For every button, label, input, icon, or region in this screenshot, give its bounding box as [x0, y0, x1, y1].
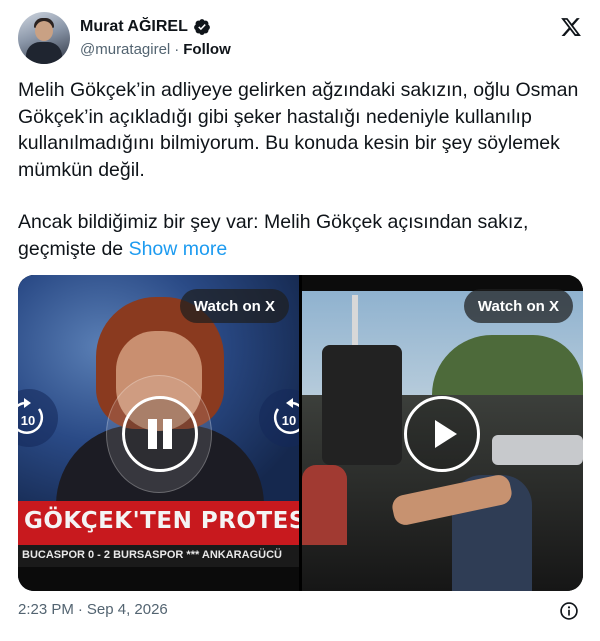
tweet-header: Murat AĞIREL @muratagirel · Follow	[18, 12, 584, 68]
play-button[interactable]	[404, 396, 480, 472]
follow-button[interactable]: Follow	[183, 41, 231, 58]
author-name[interactable]: Murat AĞIREL	[80, 18, 188, 36]
tweet-meta-separator: ·	[77, 601, 83, 618]
forward-10-button[interactable]: 10	[259, 389, 299, 447]
info-icon[interactable]	[559, 601, 579, 621]
handle-separator: ·	[174, 41, 180, 58]
x-logo-icon[interactable]	[560, 16, 582, 38]
pause-button[interactable]	[122, 396, 198, 472]
watch-on-x-button-right[interactable]: Watch on X	[463, 289, 573, 323]
author-name-row: Murat AĞIREL	[80, 18, 211, 36]
tweet-text: Melih Gökçek’in adliyeye gelirken ağzınd…	[18, 77, 584, 262]
verified-badge-icon	[193, 19, 210, 35]
tweet-paragraph-1: Melih Gökçek’in adliyeye gelirken ağzınd…	[18, 79, 579, 181]
tweet-paragraph-2: Ancak bildiğimiz bir şey var: Melih Gökç…	[18, 209, 584, 262]
seek-forward-text: 10	[282, 413, 296, 428]
media-grid: GÖKÇEK'TEN PROTEST BUCASPOR 0 - 2 BURSAS…	[18, 275, 583, 591]
avatar[interactable]	[18, 12, 70, 64]
tweet-paragraph-2-text: Ancak bildiğimiz bir şey var: Melih Gökç…	[18, 211, 529, 260]
tweet-timestamp[interactable]: 2:23 PM · Sep 4, 2026	[18, 601, 168, 618]
handle-row: @muratagirel · Follow	[80, 41, 231, 58]
author-handle[interactable]: @muratagirel	[80, 41, 170, 58]
tweet-time: 2:23 PM	[18, 601, 74, 618]
video-right[interactable]: Watch on X	[302, 275, 583, 591]
news-ticker-text: BUCASPOR 0 - 2 BURSASPOR *** ANKARAGÜCÜ	[22, 549, 282, 561]
tweet-date: Sep 4, 2026	[86, 601, 168, 618]
replay-10-button[interactable]: 10	[18, 389, 58, 447]
video-left[interactable]: GÖKÇEK'TEN PROTEST BUCASPOR 0 - 2 BURSAS…	[18, 275, 299, 591]
play-icon	[435, 420, 457, 448]
watch-on-x-button-left[interactable]: Watch on X	[179, 289, 289, 323]
forward-10-icon: 10	[273, 398, 299, 434]
news-banner-text: GÖKÇEK'TEN PROTEST	[24, 508, 299, 534]
replay-10-icon: 10	[18, 398, 44, 434]
pause-icon	[148, 419, 172, 449]
show-more-link[interactable]: Show more	[129, 238, 228, 260]
seek-back-text: 10	[21, 413, 35, 428]
